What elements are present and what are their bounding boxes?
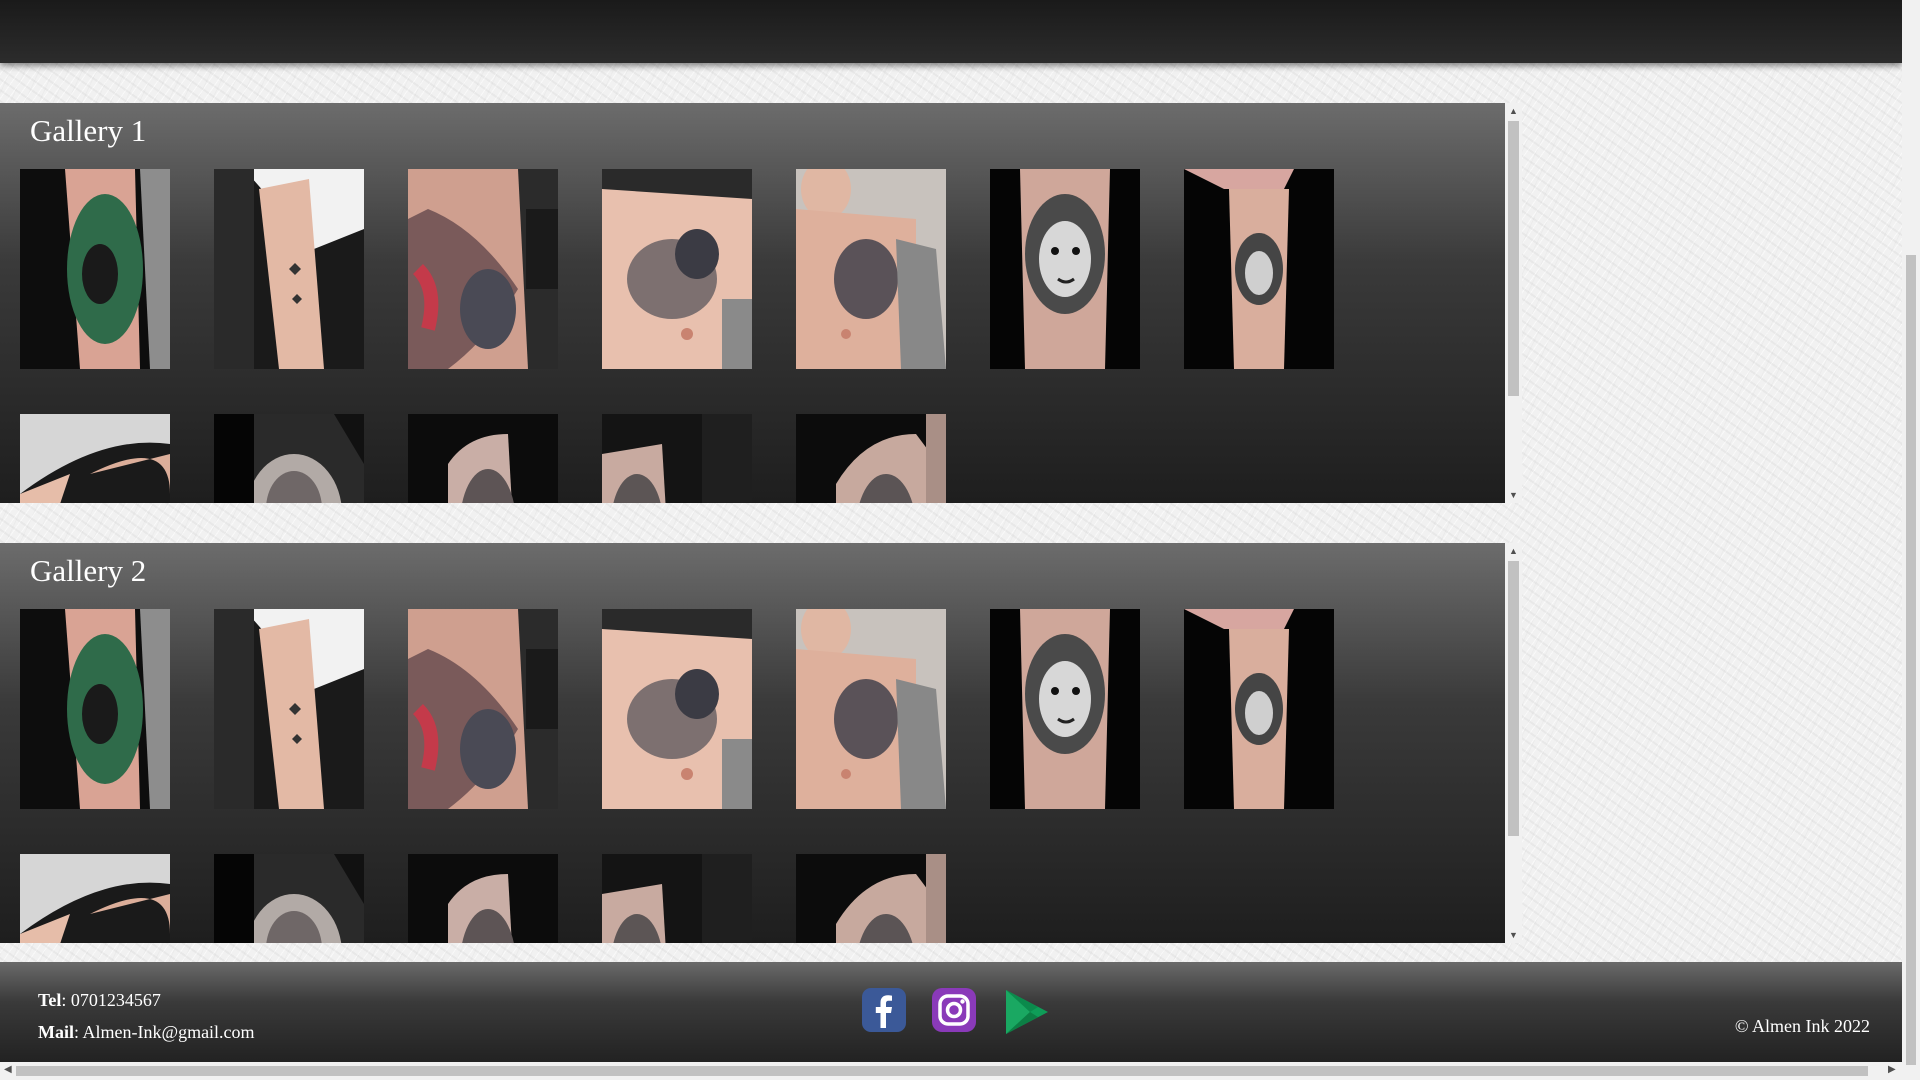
tattoo-thumbnail[interactable] (990, 609, 1140, 809)
mail-line: Mail: Almen-Ink@gmail.com (38, 1016, 255, 1048)
tattoo-thumbnail[interactable] (408, 854, 558, 943)
mail-address: : Almen-Ink@gmail.com (74, 1022, 255, 1042)
scrollbar-thumb[interactable] (1906, 255, 1916, 1065)
scrollbar-thumb[interactable] (1508, 561, 1519, 836)
phone-label: Tel (38, 990, 62, 1010)
tattoo-thumbnail[interactable] (214, 609, 364, 809)
scrollbar-thumb[interactable] (1508, 121, 1519, 396)
gallery-title: Gallery 2 (30, 553, 147, 588)
mail-label: Mail (38, 1022, 74, 1042)
scrollbar-thumb[interactable] (16, 1066, 1868, 1076)
tattoo-thumbnail[interactable] (796, 169, 946, 369)
tattoo-thumbnail[interactable] (214, 414, 364, 503)
tattoo-thumbnail[interactable] (20, 414, 170, 503)
contact-info: Tel: 0701234567 Mail: Almen-Ink@gmail.co… (38, 984, 255, 1048)
scroll-down-arrow-icon[interactable]: ▼ (1509, 930, 1518, 940)
page-vertical-scrollbar[interactable] (1902, 0, 1920, 1080)
tattoo-thumbnail[interactable] (602, 414, 752, 503)
tattoo-thumbnail[interactable] (990, 169, 1140, 369)
page-horizontal-scrollbar[interactable]: ◀ ▶ (0, 1062, 1902, 1080)
tattoo-thumbnail[interactable] (796, 854, 946, 943)
tattoo-thumbnail[interactable] (408, 609, 558, 809)
gallery-title: Gallery 1 (30, 113, 147, 148)
gallery-1[interactable]: Gallery 1 (0, 103, 1505, 503)
phone-number: : 0701234567 (61, 990, 161, 1010)
tattoo-thumbnail[interactable] (20, 169, 170, 369)
tattoo-thumbnail[interactable] (796, 609, 946, 809)
tattoo-thumbnail[interactable] (602, 609, 752, 809)
top-header-bar (0, 0, 1902, 63)
google-play-icon[interactable] (1004, 988, 1050, 1041)
tattoo-thumbnail[interactable] (1184, 609, 1334, 809)
gallery-2-scrollbar[interactable]: ▲ ▼ (1505, 543, 1522, 943)
tattoo-thumbnail[interactable] (214, 169, 364, 369)
footer: Tel: 0701234567 Mail: Almen-Ink@gmail.co… (0, 962, 1902, 1062)
tattoo-thumbnail[interactable] (408, 169, 558, 369)
tattoo-thumbnail[interactable] (796, 414, 946, 503)
scroll-right-arrow-icon[interactable]: ▶ (1888, 1064, 1896, 1075)
tattoo-thumbnail[interactable] (20, 854, 170, 943)
tattoo-thumbnail[interactable] (20, 609, 170, 809)
gallery-2[interactable]: Gallery 2 (0, 543, 1505, 943)
facebook-icon[interactable] (862, 988, 906, 1037)
scroll-up-arrow-icon[interactable]: ▲ (1509, 106, 1518, 116)
copyright-text: © Almen Ink 2022 (1734, 1016, 1870, 1036)
scroll-up-arrow-icon[interactable]: ▲ (1509, 546, 1518, 556)
scroll-down-arrow-icon[interactable]: ▼ (1509, 490, 1518, 500)
tattoo-thumbnail[interactable] (602, 854, 752, 943)
phone-line: Tel: 0701234567 (38, 984, 255, 1016)
tattoo-thumbnail[interactable] (408, 414, 558, 503)
scroll-left-arrow-icon[interactable]: ◀ (4, 1064, 12, 1075)
gallery-1-scrollbar[interactable]: ▲ ▼ (1505, 103, 1522, 503)
tattoo-thumbnail[interactable] (1184, 169, 1334, 369)
tattoo-thumbnail[interactable] (214, 854, 364, 943)
tattoo-thumbnail[interactable] (602, 169, 752, 369)
instagram-icon[interactable] (932, 988, 976, 1037)
